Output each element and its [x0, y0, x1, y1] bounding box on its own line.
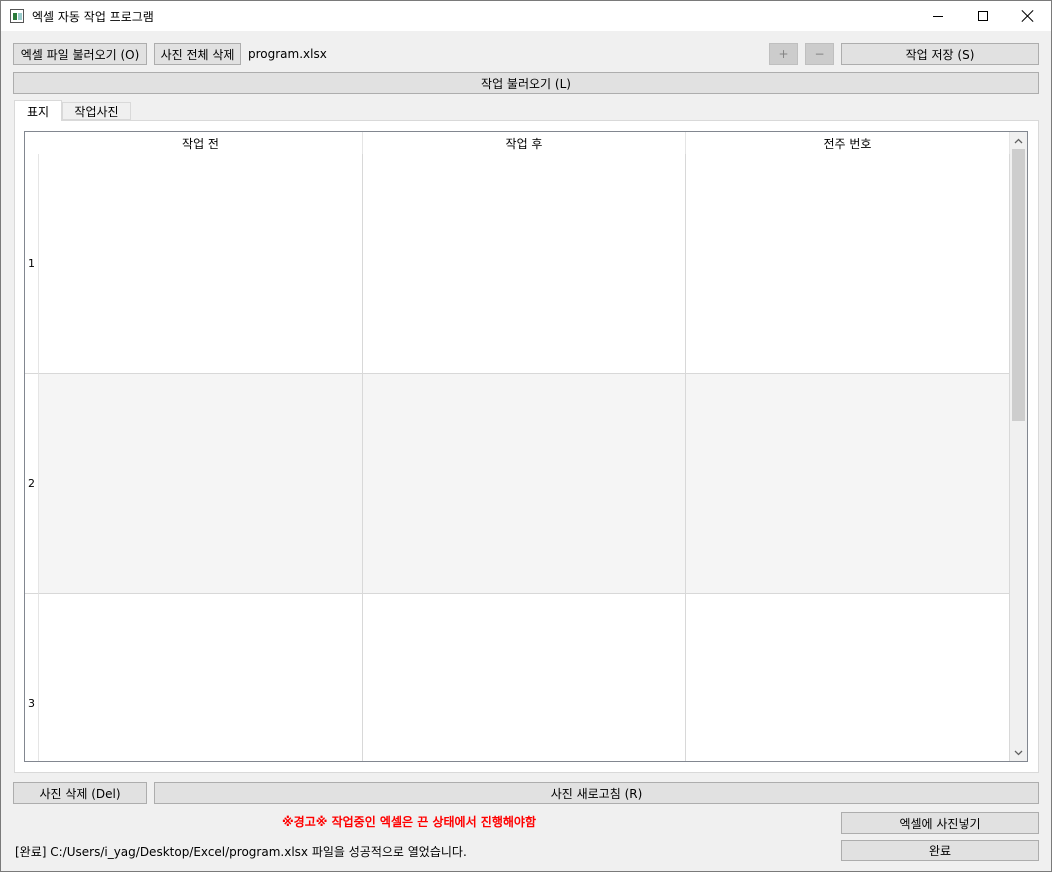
save-work-button[interactable]: 작업 저장 (S): [841, 43, 1039, 65]
table-cell[interactable]: [39, 374, 363, 594]
insert-photos-to-excel-button[interactable]: 엑셀에 사진넣기: [841, 812, 1039, 834]
column-header-after[interactable]: 작업 후: [363, 132, 686, 154]
window-title: 엑셀 자동 작업 프로그램: [32, 10, 154, 24]
plus-button[interactable]: +: [769, 43, 798, 65]
row-header[interactable]: 1: [25, 154, 39, 374]
close-icon: [1022, 10, 1034, 22]
maximize-icon: [978, 11, 988, 21]
load-work-button[interactable]: 작업 불러오기 (L): [13, 72, 1039, 94]
vertical-scrollbar[interactable]: [1010, 132, 1027, 761]
close-button[interactable]: [1005, 1, 1051, 31]
excel-app-icon: [10, 9, 24, 23]
table-cell[interactable]: [686, 154, 1010, 374]
column-header-pole-number[interactable]: 전주 번호: [686, 132, 1010, 154]
table-cell[interactable]: [39, 154, 363, 374]
photo-table: 작업 전 작업 후 전주 번호 1 2 3: [24, 131, 1028, 762]
app-window: 엑셀 자동 작업 프로그램 엑셀 파일 불러오기 (O) 사진 전체 삭제 pr…: [0, 0, 1052, 872]
row-header[interactable]: 2: [25, 374, 39, 594]
table-corner: [25, 132, 39, 154]
open-excel-button[interactable]: 엑셀 파일 불러오기 (O): [13, 43, 147, 65]
delete-photo-button[interactable]: 사진 삭제 (Del): [13, 782, 147, 804]
status-message: [완료] C:/Users/i_yag/Desktop/Excel/progra…: [15, 845, 467, 859]
chevron-down-icon[interactable]: [1010, 744, 1027, 761]
table-cell[interactable]: [363, 154, 686, 374]
scrollbar-thumb[interactable]: [1012, 149, 1025, 421]
title-bar: 엑셀 자동 작업 프로그램: [1, 1, 1051, 31]
refresh-photos-button[interactable]: 사진 새로고침 (R): [154, 782, 1039, 804]
delete-all-photos-button[interactable]: 사진 전체 삭제: [154, 43, 241, 65]
tab-cover[interactable]: 표지: [14, 100, 62, 121]
minimize-button[interactable]: [915, 1, 961, 31]
done-button[interactable]: 완료: [841, 840, 1039, 861]
table-cell[interactable]: [39, 594, 363, 761]
table-cell[interactable]: [363, 374, 686, 594]
table-cell[interactable]: [363, 594, 686, 761]
filename-label: program.xlsx: [248, 47, 327, 61]
row-header[interactable]: 3: [25, 594, 39, 761]
minus-button[interactable]: −: [805, 43, 834, 65]
table-cell[interactable]: [686, 374, 1010, 594]
chevron-up-icon[interactable]: [1010, 132, 1027, 149]
maximize-button[interactable]: [960, 1, 1006, 31]
tab-work-photos[interactable]: 작업사진: [62, 102, 131, 120]
warning-text: ※경고※ 작업중인 엑셀은 끈 상태에서 진행해야함: [282, 815, 536, 829]
minimize-icon: [933, 15, 943, 17]
table-cell[interactable]: [686, 594, 1010, 761]
column-header-before[interactable]: 작업 전: [39, 132, 363, 154]
